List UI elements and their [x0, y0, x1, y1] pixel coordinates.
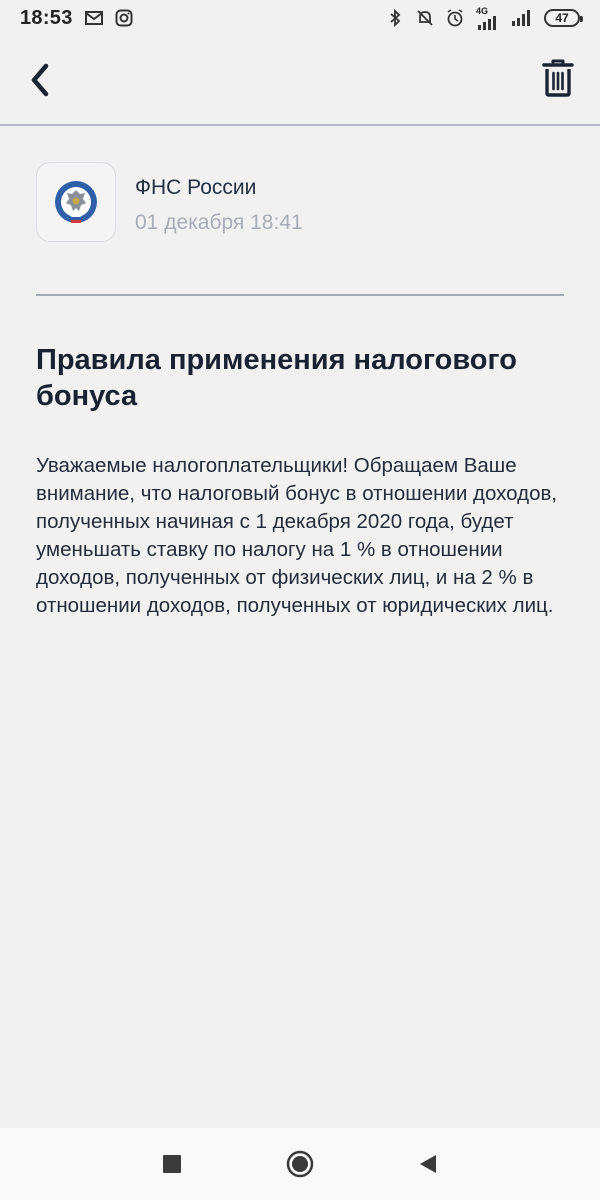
home-icon: [286, 1150, 314, 1178]
network-indicator: 4G: [476, 5, 498, 30]
status-bar-left: 18:53: [20, 7, 133, 30]
home-button[interactable]: [286, 1150, 314, 1178]
message-sender: ФНС России 01 декабря 18:41: [36, 162, 564, 246]
message-title: Правила применения налогового бонуса: [36, 344, 517, 412]
mute-icon: [417, 10, 433, 26]
battery-level: 47: [555, 11, 569, 25]
delete-button[interactable]: [542, 58, 574, 98]
message-body: Уважаемые налогоплательщики! Обращаем Ва…: [36, 454, 558, 617]
status-bar-right: 4G 47: [386, 5, 583, 30]
app-bar: [0, 36, 600, 126]
recent-apps-icon: [163, 1155, 181, 1173]
clock: 18:53: [20, 6, 73, 29]
back-button[interactable]: [26, 60, 56, 100]
bluetooth-icon: [390, 9, 401, 27]
divider: [36, 294, 564, 296]
recent-apps-button[interactable]: [158, 1150, 186, 1178]
chevron-left-icon: [31, 63, 49, 97]
status-bar: 18:53 4G 47: [0, 0, 600, 36]
signal-icon: [478, 15, 496, 30]
battery-icon: 47: [544, 9, 583, 27]
system-back-button[interactable]: [414, 1150, 442, 1178]
message-date: 01 декабря 18:41: [135, 211, 303, 234]
network-label: 4G: [476, 5, 489, 16]
alarm-icon: [447, 9, 463, 27]
sender-name: ФНС России: [135, 176, 257, 199]
trash-icon: [542, 59, 574, 97]
back-icon: [420, 1155, 436, 1173]
signal-icon-2: [512, 10, 530, 26]
instagram-icon: [115, 9, 133, 27]
navigation-bar: [0, 1128, 600, 1200]
avatar: [36, 162, 116, 242]
mail-icon: [84, 11, 103, 25]
fns-emblem-icon: [55, 181, 97, 223]
